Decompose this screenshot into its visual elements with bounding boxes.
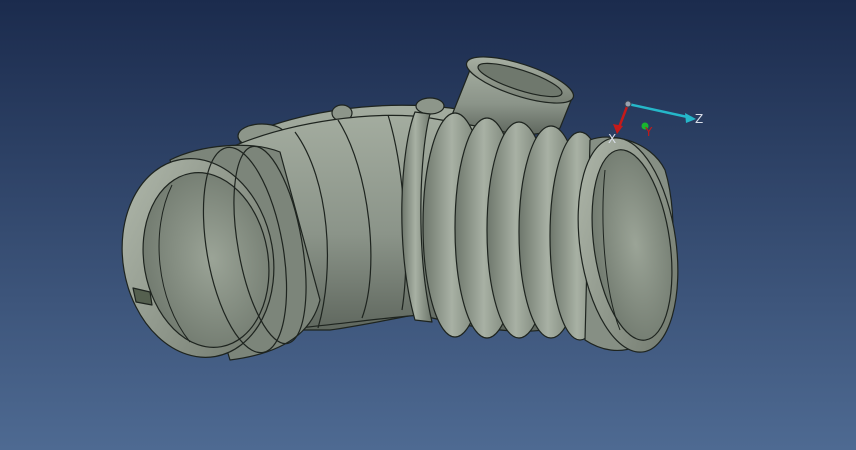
compass-y-label: Y xyxy=(644,125,653,139)
compass-z-label: Z xyxy=(695,112,703,126)
top-nub-right[interactable] xyxy=(415,97,445,115)
compass-x-label: X xyxy=(608,132,616,146)
viewport-canvas[interactable]: Z X Y xyxy=(0,0,856,450)
compass-origin[interactable] xyxy=(624,100,632,108)
3d-viewport[interactable]: Z X Y xyxy=(0,0,856,450)
